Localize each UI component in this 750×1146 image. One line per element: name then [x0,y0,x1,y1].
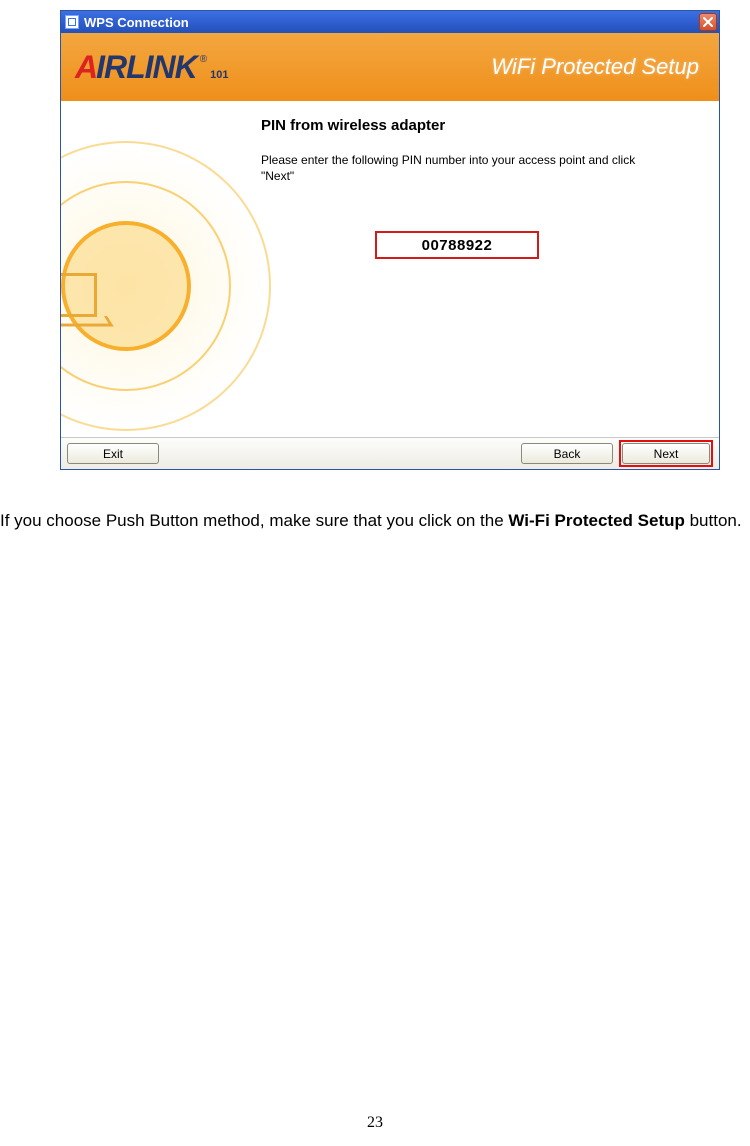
back-button[interactable]: Back [521,443,613,464]
brand-registered-icon: ® [200,54,207,65]
brand-sub: 101 [210,69,228,81]
pin-display: 00788922 [375,231,539,259]
titlebar[interactable]: WPS Connection [61,11,719,33]
brand-logo-rest: IRLINK [96,49,197,85]
dialog-content: PIN from wireless adapter Please enter t… [61,101,719,437]
doc-text-post: button. [685,511,742,530]
content-heading: PIN from wireless adapter [261,117,703,134]
page-number: 23 [0,1114,750,1132]
window-title: WPS Connection [84,15,189,30]
pin-value: 00788922 [422,237,493,254]
document-paragraph: If you choose Push Button method, make s… [0,510,750,531]
exit-button[interactable]: Exit [67,443,159,464]
next-highlight: Next [619,440,713,467]
button-bar: Exit Back Next [61,437,719,469]
doc-text-bold: Wi-Fi Protected Setup [508,511,684,530]
app-icon [65,15,79,29]
decorative-rings [61,141,281,437]
wps-dialog: WPS Connection AIRLINK ® 101 WiFi Protec… [60,10,720,470]
banner-heading: WiFi Protected Setup [491,54,699,80]
content-paragraph: Please enter the following PIN number in… [261,152,661,184]
laptop-icon [61,273,107,335]
brand-logo-a: A [75,49,96,85]
doc-text-pre: If you choose Push Button method, make s… [0,511,508,530]
brand-logo: AIRLINK ® 101 [75,49,231,86]
close-button[interactable] [699,13,717,31]
banner: AIRLINK ® 101 WiFi Protected Setup [61,33,719,101]
next-button[interactable]: Next [622,443,710,464]
